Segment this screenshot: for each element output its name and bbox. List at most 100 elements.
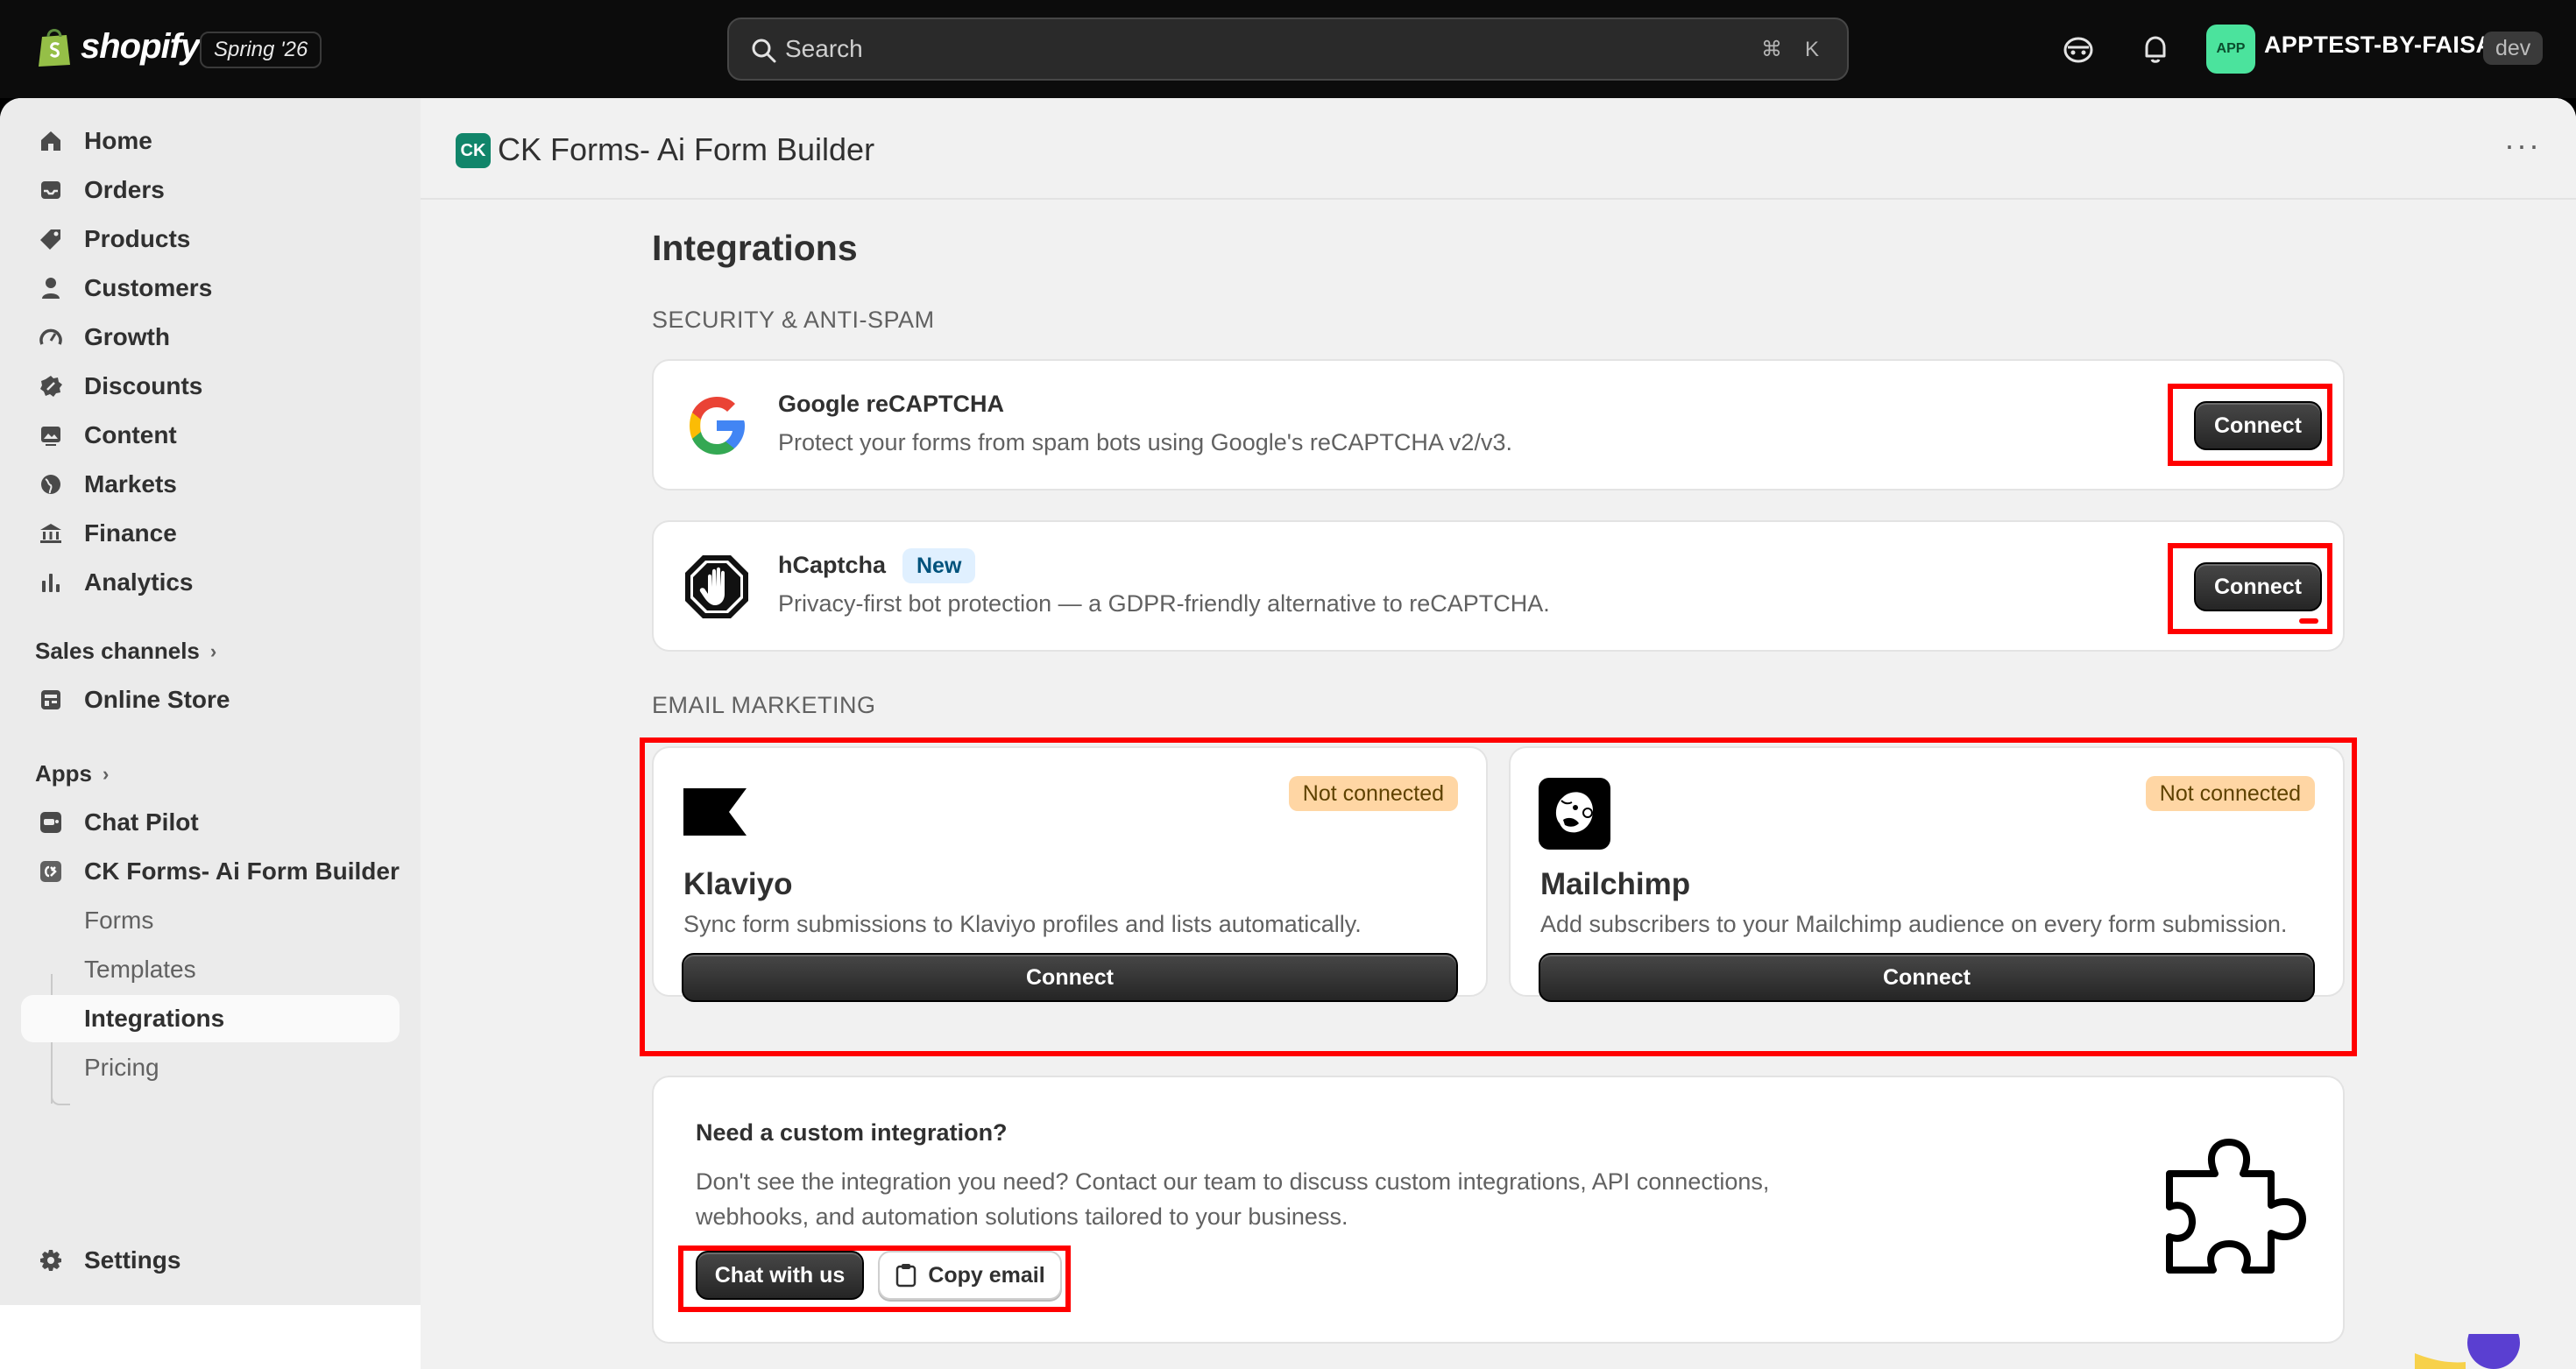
- command-key-hint: ⌘: [1761, 38, 1782, 61]
- copy-email-label: Copy email: [928, 1262, 1045, 1288]
- ck-forms-app-icon: [40, 861, 61, 882]
- apps-label: Apps: [35, 760, 92, 787]
- klaviyo-flag-icon: [683, 788, 747, 836]
- google-icon: [690, 397, 745, 455]
- mailchimp-monkey-icon: [1539, 778, 1610, 850]
- mailchimp-description: Add subscribers to your Mailchimp audien…: [1540, 911, 2288, 937]
- custom-integration-card: Need a custom integration? Don't see the…: [652, 1076, 2345, 1344]
- sales-channels-label: Sales channels: [35, 638, 200, 664]
- storefront-icon: [41, 690, 60, 709]
- app-title: CK Forms- Ai Form Builder: [498, 131, 875, 167]
- sidebar-item-orders[interactable]: Orders: [21, 166, 400, 214]
- sidebar-subitem-label: Integrations: [84, 1005, 225, 1032]
- stop-hand-icon: [685, 555, 748, 618]
- sidebar-item-discounts[interactable]: Discounts: [21, 363, 400, 410]
- sidebar-item-label: Chat Pilot: [84, 808, 199, 836]
- sidebar: Home Orders Products Customers Growth Di…: [0, 98, 421, 1369]
- search-input[interactable]: Search ⌘ K: [727, 18, 1849, 81]
- klaviyo-connect-button[interactable]: Connect: [682, 953, 1458, 1002]
- hcaptcha-description: Privacy-first bot protection — a GDPR-fr…: [778, 590, 1550, 617]
- shopify-logo[interactable]: shopify: [35, 25, 200, 68]
- tag-icon: [40, 229, 60, 250]
- sidebar-item-label: Finance: [84, 519, 177, 547]
- store-name[interactable]: APPTEST-BY-FAISAL: [2264, 32, 2508, 59]
- sales-channels-heading[interactable]: Sales channels ›: [35, 638, 216, 665]
- chat-with-us-button[interactable]: Chat with us: [696, 1251, 864, 1300]
- sidebar-subitem-pricing[interactable]: Pricing: [21, 1044, 400, 1091]
- shopify-bag-icon: [39, 29, 70, 67]
- sidebar-item-label: Markets: [84, 470, 177, 497]
- sidekick-icon[interactable]: [2061, 32, 2096, 67]
- search-icon: [752, 39, 776, 63]
- main-content: CK CK Forms- Ai Form Builder ··· Integra…: [421, 98, 2576, 1369]
- sidebar-item-customers[interactable]: Customers: [21, 265, 400, 312]
- app-logo: CK: [456, 133, 491, 168]
- custom-integration-description-line1: Don't see the integration you need? Cont…: [696, 1168, 1770, 1195]
- apps-heading[interactable]: Apps ›: [35, 760, 109, 787]
- sidebar-subitem-label: Pricing: [84, 1054, 159, 1081]
- sidebar-item-label: Customers: [84, 274, 213, 301]
- bar-chart-icon: [42, 574, 60, 592]
- sidebar-item-content[interactable]: Content: [21, 412, 400, 459]
- season-badge[interactable]: Spring '26: [200, 32, 322, 68]
- mailchimp-title: Mailchimp: [1540, 867, 1691, 901]
- klaviyo-status-badge: Not connected: [1288, 776, 1458, 811]
- sidebar-item-label: Online Store: [84, 686, 230, 713]
- sidebar-item-label: Analytics: [84, 568, 194, 596]
- person-icon: [42, 278, 60, 299]
- sidebar-subitem-integrations[interactable]: Integrations: [21, 995, 400, 1042]
- sidebar-subitem-forms[interactable]: Forms: [21, 897, 400, 944]
- sidebar-item-online-store[interactable]: Online Store: [21, 676, 400, 723]
- security-group-label: SECURITY & ANTI-SPAM: [652, 307, 935, 333]
- sidebar-item-label: Content: [84, 421, 177, 448]
- sidebar-item-home[interactable]: Home: [21, 117, 400, 165]
- store-avatar[interactable]: APP: [2206, 25, 2255, 74]
- klaviyo-card: Not connected Klaviyo Sync form submissi…: [652, 746, 1488, 1002]
- k-key-hint: K: [1804, 38, 1819, 61]
- mailchimp-status-badge: Not connected: [2145, 776, 2315, 811]
- recaptcha-title: Google reCAPTCHA: [778, 391, 1005, 417]
- recaptcha-connect-button[interactable]: Connect: [2194, 401, 2322, 450]
- env-badge: dev: [2483, 32, 2544, 65]
- email-marketing-group-label: EMAIL MARKETING: [652, 692, 876, 718]
- more-actions-button[interactable]: ···: [2504, 130, 2541, 161]
- brand-name: shopify: [81, 26, 200, 66]
- klaviyo-description: Sync form submissions to Klaviyo profile…: [683, 911, 1362, 937]
- bell-icon[interactable]: [2138, 32, 2173, 67]
- highlight-dash-mark: [2299, 618, 2318, 624]
- chat-pilot-app-icon: [40, 812, 61, 833]
- mailchimp-connect-button[interactable]: Connect: [1539, 953, 2315, 1002]
- copy-email-button[interactable]: Copy email: [878, 1251, 1062, 1300]
- hcaptcha-connect-button[interactable]: Connect: [2194, 562, 2322, 611]
- recaptcha-card: Google reCAPTCHA Protect your forms from…: [652, 359, 2345, 490]
- sidebar-item-label: Products: [84, 225, 191, 252]
- sidebar-subitem-label: Forms: [84, 907, 154, 934]
- search-placeholder: Search: [785, 35, 863, 62]
- new-badge: New: [902, 548, 976, 583]
- sidebar-item-label: Home: [84, 127, 152, 154]
- floating-chat-widget-icon[interactable]: [2415, 1334, 2520, 1369]
- recaptcha-description: Protect your forms from spam bots using …: [778, 429, 1512, 455]
- sidebar-item-label: Discounts: [84, 372, 203, 399]
- sidebar-item-label: Settings: [84, 1246, 181, 1274]
- sidebar-item-label: CK Forms- Ai Form Builder: [84, 857, 400, 885]
- hcaptcha-card: hCaptcha New Privacy-first bot protectio…: [652, 520, 2345, 652]
- sidebar-bottom-strip: [0, 1305, 421, 1369]
- klaviyo-title: Klaviyo: [683, 867, 793, 901]
- sidebar-subitem-label: Templates: [84, 956, 196, 983]
- sidebar-item-markets[interactable]: Markets: [21, 461, 400, 508]
- app-header: CK CK Forms- Ai Form Builder ···: [421, 98, 2576, 200]
- sidebar-subitem-templates[interactable]: Templates: [21, 946, 400, 993]
- sidebar-item-analytics[interactable]: Analytics: [21, 559, 400, 606]
- sidebar-item-finance[interactable]: Finance: [21, 510, 400, 557]
- home-icon: [41, 131, 60, 151]
- sidebar-item-chat-pilot[interactable]: Chat Pilot: [21, 799, 400, 846]
- discount-icon: [40, 376, 62, 397]
- sidebar-item-settings[interactable]: Settings: [21, 1237, 400, 1284]
- sidebar-item-ck-forms[interactable]: CK Forms- Ai Form Builder: [21, 848, 400, 895]
- page-title: Integrations: [652, 228, 858, 268]
- sidebar-item-growth[interactable]: Growth: [21, 314, 400, 361]
- admin-shell: Home Orders Products Customers Growth Di…: [0, 98, 2576, 1369]
- sidebar-item-products[interactable]: Products: [21, 215, 400, 263]
- sidebar-item-label: Orders: [84, 176, 165, 203]
